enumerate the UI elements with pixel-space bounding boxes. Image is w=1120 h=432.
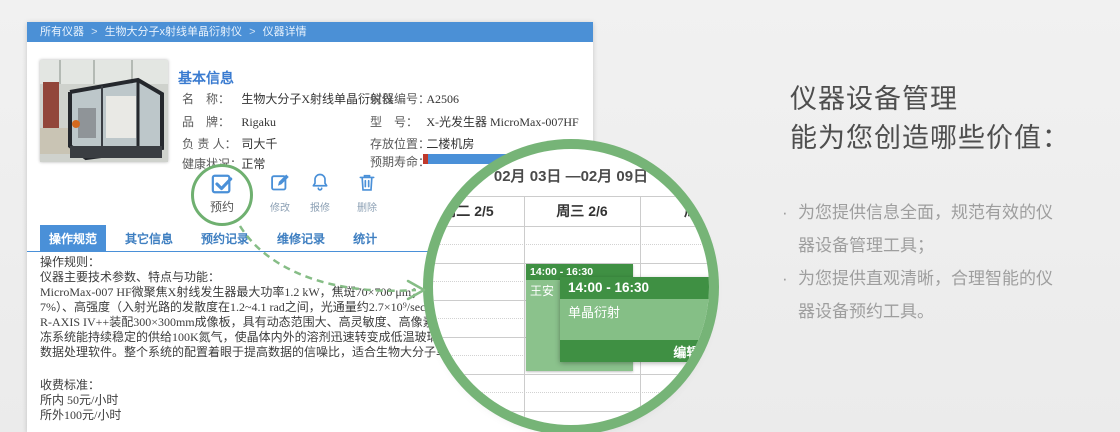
- field-label: 名 称：: [182, 92, 231, 106]
- calendar-day-header-wed: 周三 2/6: [556, 203, 608, 219]
- field-value: 二楼机房: [426, 137, 475, 151]
- field-label: 负 责 人：: [182, 137, 237, 151]
- field-value: Rigaku: [241, 115, 277, 129]
- calendar-magnifier-lens: 02月 03日 —02月 09日 周二 2/5 周三 2/6 周四 14:00 …: [433, 149, 709, 425]
- popup-event-name: 单晶衍射: [560, 299, 709, 340]
- promo-bullets: · 为您提供信息全面，规范有效的仪器设备管理工具； · 为您提供直观清晰，合理智…: [782, 196, 1056, 328]
- bell-icon: [312, 173, 328, 191]
- pencil-icon: [271, 174, 289, 191]
- bullet-text: 为您提供直观清晰，合理智能的仪器设备预约工具。: [798, 269, 1053, 321]
- promo-title: 仪器设备管理 能为您创造哪些价值：: [790, 80, 1070, 158]
- delete-button[interactable]: 删除: [347, 172, 387, 214]
- bullet-text: 为您提供信息全面，规范有效的仪器设备管理工具；: [798, 203, 1053, 255]
- info-row-serial: 仪器编号： A2506: [370, 90, 459, 107]
- instrument-photo-image: [40, 60, 168, 162]
- breadcrumb: 所有仪器 > 生物大分子x射线单晶衍射仪 > 仪器详情: [27, 22, 593, 42]
- bullet-dot: ·: [782, 203, 788, 222]
- field-label: 型 号：: [370, 115, 419, 129]
- grid-line: [433, 374, 709, 375]
- repair-button-label: 报修: [310, 203, 330, 214]
- grid-line: [433, 226, 709, 227]
- field-value: X-光发生器 MicroMax-007HF: [426, 115, 579, 129]
- field-label: 品 牌：: [182, 115, 231, 129]
- promo-bullet-1: · 为您提供信息全面，规范有效的仪器设备管理工具；: [782, 196, 1056, 262]
- breadcrumb-instrument-name[interactable]: 生物大分子x射线单晶衍射仪: [105, 26, 243, 38]
- tab-operation-rules[interactable]: 操作规范: [40, 225, 107, 251]
- calendar-day-header-thu: 周四: [684, 203, 709, 219]
- repair-button[interactable]: 报修: [300, 172, 340, 214]
- trash-icon: [359, 174, 375, 191]
- section-title-basic-info: 基本信息: [178, 70, 234, 86]
- grid-line: [524, 196, 525, 425]
- page: 所有仪器 > 生物大分子x射线单晶衍射仪 > 仪器详情 基本信息 名 称： 生物…: [0, 0, 1120, 432]
- bullet-dot: ·: [782, 269, 788, 288]
- popup-actions: 编辑 取消: [560, 340, 709, 362]
- edit-button-label: 修改: [270, 203, 290, 214]
- popup-edit-button[interactable]: 编辑: [673, 345, 699, 360]
- popup-time: 14:00 - 16:30: [560, 277, 709, 299]
- grid-line: [433, 411, 709, 412]
- reserve-button-label: 预约: [209, 200, 234, 214]
- edit-button[interactable]: 修改: [260, 172, 300, 214]
- info-row-lifespan: 预期寿命：: [370, 153, 431, 170]
- tab-repair-records[interactable]: 维修记录: [268, 225, 334, 251]
- reserve-button[interactable]: 预约: [191, 164, 253, 226]
- field-label: 存放位置：: [370, 137, 431, 151]
- field-label: 预期寿命：: [370, 155, 431, 169]
- info-row-name: 名 称： 生物大分子X射线单晶衍射仪: [182, 90, 394, 107]
- calendar-week-range: 02月 03日 —02月 09日: [493, 168, 649, 185]
- info-row-model: 型 号： X-光发生器 MicroMax-007HF: [370, 113, 579, 130]
- tab-statistics[interactable]: 统计: [344, 225, 386, 251]
- info-row-brand: 品 牌： Rigaku: [182, 113, 276, 130]
- breadcrumb-separator: >: [249, 26, 256, 38]
- field-label: 仪器编号：: [370, 92, 431, 106]
- grid-line: [433, 244, 709, 245]
- info-row-manager: 负 责 人： 司大千: [182, 135, 277, 152]
- promo-bullet-2: · 为您提供直观清晰，合理智能的仪器设备预约工具。: [782, 262, 1056, 328]
- breadcrumb-all-instruments[interactable]: 所有仪器: [40, 26, 84, 38]
- breadcrumb-separator: >: [91, 26, 98, 38]
- breadcrumb-detail: 仪器详情: [262, 26, 307, 38]
- info-row-location: 存放位置： 二楼机房: [370, 135, 474, 152]
- checkbox-check-icon: [211, 174, 233, 194]
- tab-other-info[interactable]: 其它信息: [116, 225, 182, 251]
- grid-line: [433, 392, 709, 393]
- calendar-day-header-tue: 周二 2/5: [442, 203, 494, 219]
- tab-reservation-records[interactable]: 预约记录: [192, 225, 258, 251]
- promo-title-line1: 仪器设备管理: [790, 84, 958, 114]
- promo-title-line2: 能为您创造哪些价值：: [790, 123, 1070, 153]
- event-popup: 14:00 - 16:30 单晶衍射 编辑 取消: [560, 277, 709, 362]
- field-value: A2506: [426, 92, 460, 106]
- delete-button-label: 删除: [357, 203, 377, 214]
- instrument-photo: [40, 60, 168, 162]
- field-value: 司大千: [241, 137, 278, 151]
- grid-line: [433, 196, 709, 197]
